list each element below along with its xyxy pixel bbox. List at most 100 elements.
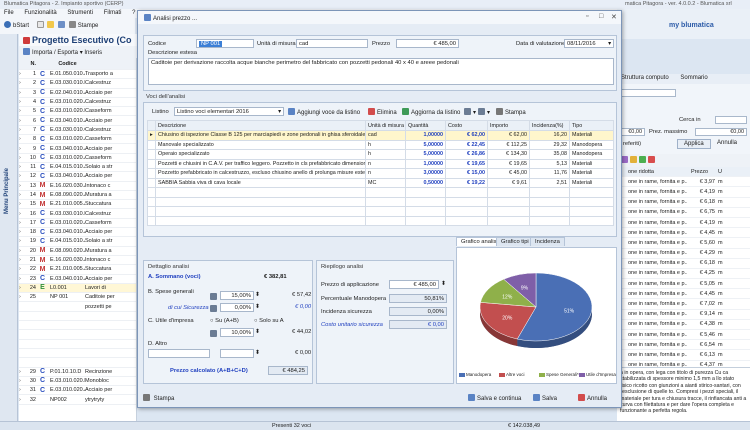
list-item[interactable]: one in rame, fornita e p... € 6,54 m — [617, 340, 750, 351]
expand-icon[interactable]: › — [19, 201, 27, 207]
salva-continua-button[interactable]: Salva e continua — [468, 394, 521, 402]
list-item[interactable]: one in rame, fornita e p... € 4,19 m — [617, 218, 750, 229]
table-row[interactable]: › 11 C E.04.015.010.A Solaio a str — [19, 163, 136, 173]
expand-icon[interactable]: › — [19, 164, 27, 170]
expand-icon[interactable]: › — [19, 369, 27, 375]
list-item[interactable]: one in rame, fornita e p... € 4,38 m — [617, 320, 750, 330]
insert-button[interactable]: Inseris — [84, 50, 102, 56]
grid-tools-button[interactable]: ▾ ▾ — [464, 108, 490, 116]
menu-filmati[interactable]: Filmati — [104, 10, 122, 16]
c-spin-icon[interactable]: ⬍ — [255, 329, 260, 335]
expand-icon[interactable]: › — [19, 220, 27, 226]
sic-spin-icon[interactable]: ⬍ — [255, 304, 260, 310]
tab-incidenza[interactable]: Incidenza — [530, 237, 565, 246]
table-row[interactable]: › 16 C E.03.030.010.B Calcestruz — [19, 209, 136, 219]
stampe-button[interactable]: Stampe — [68, 21, 98, 29]
expand-icon[interactable]: › — [19, 266, 27, 272]
table-row[interactable]: › 30 C E.03.010.020.D Monobloc — [19, 377, 136, 387]
table-row[interactable]: › 18 C E.03.040.010.A Acciaio per — [19, 228, 136, 238]
applica-button[interactable]: Applica — [677, 139, 711, 149]
maximize-icon[interactable]: □ — [599, 13, 603, 20]
table-row[interactable]: › 23 C E.03.040.010.A Acciaio per — [19, 275, 136, 284]
expand-icon[interactable]: › — [19, 118, 27, 124]
voce-quantita[interactable]: 3,00000 — [405, 168, 446, 179]
menu-funzionalita[interactable]: Funzionalità — [24, 10, 56, 16]
table-row[interactable]: › 29 C P.01.10.10.D Recinzione — [19, 368, 136, 377]
table-row[interactable]: › 19 C E.04.015.010.A Solaio a str — [19, 237, 136, 247]
calc-icon[interactable] — [210, 330, 217, 337]
voce-row[interactable]: Pozzetto prefabbricato in calcestruzzo, … — [147, 168, 614, 179]
remove-icon[interactable] — [648, 156, 655, 163]
codice-field[interactable]: NP 001 — [196, 39, 254, 48]
menu-file[interactable]: File — [4, 10, 14, 16]
calc-icon[interactable] — [210, 305, 217, 312]
tab-sommario[interactable]: Sommario — [680, 75, 707, 81]
voce-quantita[interactable]: 5,00000 — [405, 149, 446, 160]
expand-icon[interactable]: › — [19, 211, 27, 217]
table-row[interactable]: › 22 M E.21.010.005.A Stuccatura — [19, 265, 136, 275]
table-row[interactable] — [19, 312, 136, 322]
menu-strumenti[interactable]: Strumenti — [67, 10, 93, 16]
voce-costo[interactable]: € 19,65 — [445, 158, 488, 169]
list-item[interactable]: one in rame, fornita e p... € 9,14 m — [617, 310, 750, 320]
c-opt2[interactable]: ○ Solo su A — [254, 318, 284, 324]
voce-quantita[interactable]: 1,00000 — [405, 130, 446, 141]
table-row[interactable]: › 17 C E.03.010.020.A Casseform — [19, 219, 136, 229]
voce-row[interactable]: Operaio specializzato h 5,00000 € 26,86 € 13… — [147, 149, 614, 160]
list-item[interactable]: one in rame, fornita e p... € 5,60 m — [617, 238, 750, 249]
expand-icon[interactable]: › — [19, 173, 27, 179]
expand-icon[interactable]: › — [19, 155, 27, 161]
table-row[interactable]: › 25 NP 001 Caditoie per — [19, 293, 136, 303]
expand-icon[interactable]: › — [19, 397, 27, 403]
voce-costo[interactable]: € 26,86 — [445, 149, 488, 160]
expand-icon[interactable]: › — [19, 248, 27, 254]
col-n[interactable]: N. — [27, 61, 38, 67]
expand-icon[interactable]: › — [19, 378, 27, 384]
list-item[interactable]: one in rame, fornita e p... € 7,02 m — [617, 299, 750, 310]
annulla-search-button[interactable]: Annulla — [713, 139, 741, 147]
tab-grafico-tipi[interactable]: Grafico tipi — [496, 237, 534, 246]
prezzo-min-input[interactable]: €0,00 — [621, 128, 645, 136]
col-desc-ridotta[interactable]: one ridotta — [617, 169, 687, 175]
cerca-select[interactable] — [715, 116, 747, 124]
voce-costo[interactable]: € 19,22 — [445, 177, 488, 188]
expand-icon[interactable]: › — [19, 71, 27, 77]
expand-icon[interactable]: › — [19, 80, 27, 86]
calendar-dropdown-icon[interactable]: ▾ — [608, 41, 611, 47]
main-menu-label[interactable]: Menu Principale — [4, 168, 10, 214]
b-spin-icon[interactable]: ⬍ — [255, 292, 260, 298]
col-descrizione[interactable]: Descrizione — [155, 120, 366, 131]
table-row[interactable]: › 3 C E.02.040.010.A Acciaio per — [19, 89, 136, 98]
list-item[interactable]: one in rame, fornita e p... € 4,25 m — [617, 269, 750, 280]
expand-icon[interactable]: › — [19, 387, 27, 393]
voce-quantita[interactable]: 1,00000 — [405, 158, 446, 169]
star-icon[interactable] — [630, 156, 637, 163]
voce-quantita[interactable]: 0,50000 — [405, 177, 446, 188]
salva-button[interactable]: Salva — [533, 394, 557, 402]
list-item[interactable]: one in rame, fornita e p... € 3,97 m — [617, 177, 750, 188]
expand-icon[interactable]: › — [19, 238, 27, 244]
prezzo-spin-icon[interactable]: ⬍ — [441, 281, 446, 287]
c-opt1[interactable]: ○ Su (A+B) — [210, 318, 239, 324]
expand-icon[interactable]: › — [19, 90, 27, 96]
listino-select[interactable]: Listino voci elementari 2016 ▾ — [174, 107, 284, 116]
voce-row[interactable]: ▸ Chiusino di ispezione Classe B 125 per … — [147, 130, 614, 141]
table-row[interactable]: › 8 C E.03.010.020.A Casseform — [19, 135, 136, 145]
open-folder-icon[interactable] — [47, 21, 55, 28]
stampa-footer-button[interactable]: Stampa — [143, 394, 174, 402]
list-item[interactable]: one in rame, fornita e p... € 6,18 m — [617, 259, 750, 269]
table-row[interactable]: › 10 C E.03.010.020.A Casseform — [19, 154, 136, 163]
list-item[interactable]: one in rame, fornita e p... € 5,46 m — [617, 330, 750, 341]
table-row[interactable]: › 5 C E.03.010.020.B Casseform — [19, 107, 136, 117]
list-item[interactable]: one in rame, fornita e p... € 6,13 m — [617, 350, 750, 361]
prezzo-field[interactable]: € 485,00 — [396, 39, 459, 48]
expand-icon[interactable]: › — [19, 192, 27, 198]
annulla-button[interactable]: Annulla — [578, 394, 607, 402]
list-item[interactable]: one in rame, fornita e p... € 5,05 m — [617, 279, 750, 290]
voce-costo[interactable]: € 22,45 — [445, 139, 488, 150]
table-row[interactable]: › 15 M E.21.010.005.A Stuccatura — [19, 200, 136, 210]
voce-row[interactable]: SABBIA Sabbia viva di cava locale MC 0,500… — [147, 177, 614, 188]
expand-icon[interactable]: › — [19, 229, 27, 235]
restore-icon[interactable]: ▫ — [586, 13, 588, 20]
filter-icon[interactable] — [621, 156, 628, 163]
